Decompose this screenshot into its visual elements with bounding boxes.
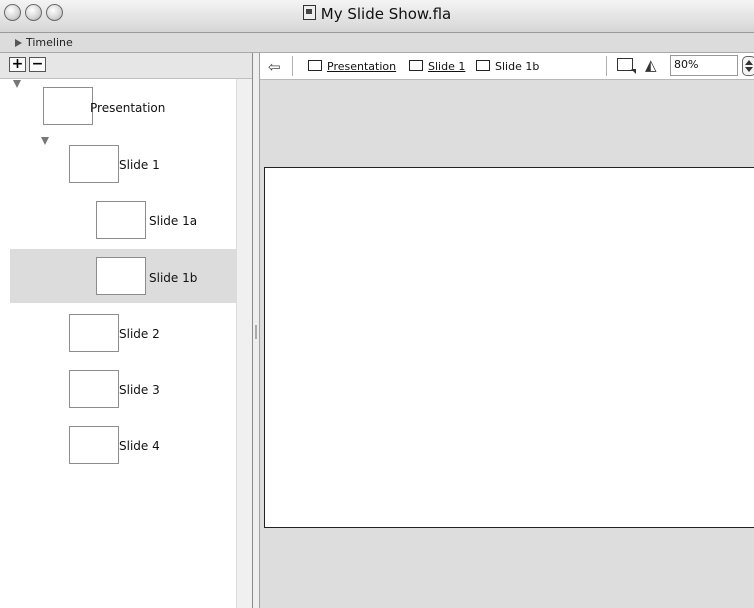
slide-label: Presentation — [90, 101, 166, 115]
document-icon — [302, 5, 316, 20]
disclosure-triangle-icon[interactable] — [41, 137, 49, 145]
slide-row-slide-3[interactable]: Slide 3 — [10, 361, 236, 415]
disclosure-triangle-icon[interactable] — [15, 39, 22, 47]
slide-row-presentation[interactable]: Presentation — [10, 79, 236, 133]
breadcrumb-slide-1[interactable]: Slide 1 — [409, 60, 465, 73]
panel-splitter[interactable] — [253, 53, 260, 608]
breadcrumb-label: Slide 1b — [495, 60, 540, 73]
slide-thumbnail[interactable] — [96, 201, 146, 239]
slide-icon — [476, 60, 490, 71]
slide-label: Slide 4 — [119, 439, 160, 453]
slide-row-slide-1b[interactable]: Slide 1b — [10, 249, 236, 303]
window-title: My Slide Show.fla — [320, 5, 452, 23]
slide-label: Slide 1 — [119, 158, 160, 172]
slide-tree: Presentation Slide 1 Slide 1a Slide 1b S… — [0, 79, 236, 608]
slide-row-slide-1[interactable]: Slide 1 — [10, 135, 236, 189]
stage-area: ⇦ Presentation Slide 1 Slide 1b ◭ 80% — [260, 53, 754, 608]
slide-row-slide-1a[interactable]: Slide 1a — [10, 192, 236, 246]
toolbar-divider — [606, 56, 607, 76]
breadcrumb-presentation[interactable]: Presentation — [308, 60, 396, 73]
slide-label: Slide 3 — [119, 383, 160, 397]
slide-label: Slide 1b — [149, 271, 198, 285]
slide-stage[interactable] — [264, 167, 754, 528]
slide-row-slide-4[interactable]: Slide 4 — [10, 417, 236, 471]
disclosure-triangle-icon[interactable] — [13, 80, 21, 88]
timeline-label: Timeline — [26, 36, 73, 49]
slide-panel-toolbar: + − — [0, 53, 252, 79]
slide-panel-scrollbar[interactable] — [236, 79, 252, 608]
slide-label: Slide 2 — [119, 327, 160, 341]
slide-icon — [409, 60, 423, 71]
slide-thumbnail[interactable] — [69, 426, 119, 464]
slide-icon — [308, 60, 322, 71]
edit-scene-icon[interactable] — [617, 58, 636, 74]
breadcrumb-slide-1b: Slide 1b — [476, 60, 539, 73]
window-titlebar: My Slide Show.fla — [0, 0, 754, 33]
splitter-grip-icon[interactable] — [255, 325, 257, 339]
toolbar-divider — [292, 56, 293, 76]
breadcrumb-label: Slide 1 — [428, 60, 466, 73]
window-title-container: My Slide Show.fla — [0, 5, 754, 23]
slide-thumbnail[interactable] — [43, 87, 93, 125]
insert-slide-button[interactable]: + — [9, 57, 26, 72]
slide-thumbnail[interactable] — [96, 257, 146, 295]
back-arrow-icon[interactable]: ⇦ — [268, 58, 281, 76]
timeline-panel-header[interactable]: Timeline — [0, 33, 754, 53]
edit-bar: ⇦ Presentation Slide 1 Slide 1b ◭ 80% — [260, 53, 754, 80]
breadcrumb-label: Presentation — [327, 60, 397, 73]
delete-slide-button[interactable]: − — [29, 57, 46, 72]
slide-label: Slide 1a — [149, 214, 198, 228]
slide-thumbnail[interactable] — [69, 370, 119, 408]
zoom-stepper-icon[interactable] — [742, 56, 754, 76]
slide-thumbnail[interactable] — [69, 145, 119, 183]
slide-panel: + − Presentation Slide 1 Slide 1a Slide … — [0, 53, 253, 608]
edit-symbols-icon[interactable]: ◭ — [645, 56, 657, 74]
slide-row-slide-2[interactable]: Slide 2 — [10, 305, 236, 359]
slide-thumbnail[interactable] — [69, 314, 119, 352]
zoom-field[interactable]: 80% — [670, 55, 738, 76]
